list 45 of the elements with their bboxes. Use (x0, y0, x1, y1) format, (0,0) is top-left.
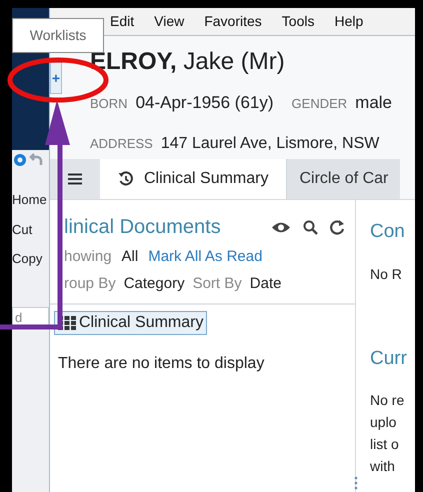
born-value: 04-Apr-1956 (61y) (136, 92, 274, 114)
group-by-value[interactable]: Category (124, 272, 185, 295)
expand-button[interactable]: + (50, 62, 62, 94)
search-icon[interactable] (303, 220, 318, 234)
gender-label: GENDER (292, 95, 348, 113)
showing-label: howing (64, 247, 112, 267)
group-by-label: roup By (64, 274, 116, 294)
sort-by-value[interactable]: Date (250, 272, 282, 295)
grid-icon (58, 316, 76, 330)
menu-button[interactable] (50, 159, 100, 199)
ribbon-item[interactable]: Copy (12, 249, 49, 268)
showing-value[interactable]: All (122, 246, 138, 268)
menu-icon (68, 173, 82, 185)
menu-item[interactable]: Edit (110, 11, 134, 32)
menu-item[interactable]: Favorites (204, 11, 262, 32)
menu-item[interactable]: Tools (282, 11, 314, 32)
section-heading: Con (370, 220, 406, 244)
category-chip[interactable]: Clinical Summary (54, 311, 208, 335)
born-label: BORN (90, 95, 128, 113)
section-text-line: No R (370, 264, 403, 284)
gender-value: male (355, 92, 392, 114)
history-icon (118, 171, 134, 187)
section-text-line: with (370, 457, 396, 476)
tab[interactable]: Circle of Car (286, 159, 400, 199)
panel-title: linical Documents (64, 215, 221, 240)
section-text-line: uplo (370, 413, 398, 432)
refresh-icon[interactable] (330, 219, 345, 235)
splitter-handle-icon[interactable] (354, 476, 358, 490)
menu-item[interactable]: Help (334, 11, 364, 32)
category-label: Clinical Summary (79, 313, 204, 333)
empty-message: There are no items to display (58, 354, 266, 374)
address-value: 147 Laurel Ave, Lismore, NSW (160, 134, 380, 154)
sort-by-label: Sort By (192, 274, 242, 294)
address-label: ADDRESS (90, 134, 153, 152)
eye-icon[interactable] (271, 220, 291, 234)
menu-item[interactable]: View (154, 11, 184, 32)
tab[interactable]: Clinical Summary (100, 159, 286, 199)
section-heading: Curr (370, 346, 408, 370)
mark-all-read-link[interactable]: Mark All As Read (148, 246, 262, 268)
tooltip: Worklists (12, 18, 104, 53)
section-text-line: No re (370, 391, 406, 410)
ribbon-item[interactable]: Cut (12, 220, 49, 239)
section-text-line: list o (370, 435, 400, 454)
circle-icon[interactable] (13, 153, 27, 167)
ribbon-item[interactable]: Home (12, 190, 49, 210)
